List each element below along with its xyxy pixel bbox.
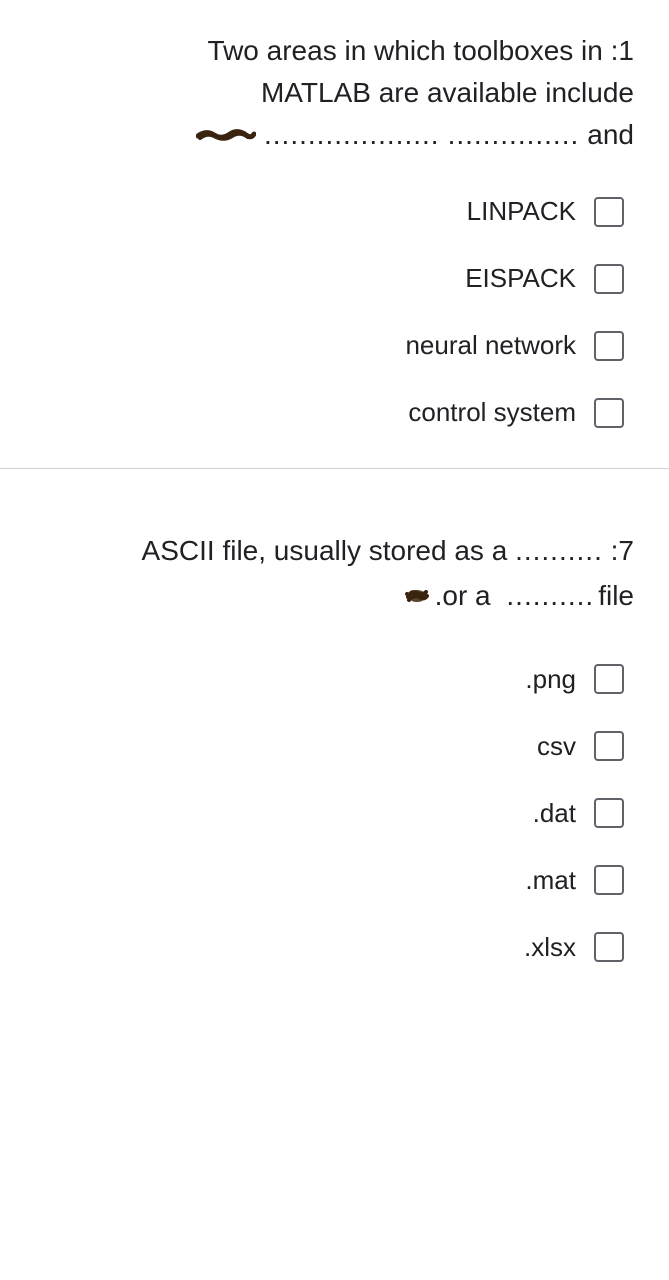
option-row: .dat (533, 798, 624, 829)
q1-and: and (587, 114, 634, 156)
scribble-icon (196, 130, 256, 144)
q2-dots1: .......... (515, 535, 603, 566)
checkbox-png[interactable] (594, 664, 624, 694)
option-label: control system (408, 397, 576, 428)
option-row: .xlsx (524, 932, 624, 963)
q2-file: file (598, 574, 634, 619)
checkbox-csv[interactable] (594, 731, 624, 761)
option-label: .png (525, 664, 576, 695)
option-label: csv (537, 731, 576, 762)
checkbox-mat[interactable] (594, 865, 624, 895)
option-row: EISPACK (465, 263, 624, 294)
q1-dots2: ............... (448, 114, 580, 156)
option-row: LINPACK (467, 196, 624, 227)
checkbox-xlsx[interactable] (594, 932, 624, 962)
option-label: EISPACK (465, 263, 576, 294)
q1-dots1: .................... (264, 114, 440, 156)
option-row: .mat (525, 865, 624, 896)
checkbox-linpack[interactable] (594, 197, 624, 227)
question-2-block: ASCII file, usually stored as a ........… (0, 469, 669, 983)
option-row: csv (537, 731, 624, 762)
option-label: .mat (525, 865, 576, 896)
q2-options: .png csv .dat .mat .xlsx (25, 664, 634, 963)
q2-number: :7 (611, 535, 634, 566)
question-1-text: Two areas in which toolboxes in :1 MATLA… (35, 30, 634, 156)
checkbox-dat[interactable] (594, 798, 624, 828)
question-2-text: ASCII file, usually stored as a ........… (25, 529, 634, 619)
option-label: .xlsx (524, 932, 576, 963)
option-row: neural network (405, 330, 624, 361)
q2-or-a: .or a (435, 574, 491, 619)
scribble-icon (403, 585, 431, 607)
q1-options: LINPACK EISPACK neural network control s… (35, 196, 634, 428)
option-label: neural network (405, 330, 576, 361)
question-1-block: Two areas in which toolboxes in :1 MATLA… (0, 0, 669, 468)
option-label: LINPACK (467, 196, 576, 227)
checkbox-control-system[interactable] (594, 398, 624, 428)
q1-line1: Two areas in which toolboxes in (208, 35, 603, 66)
q2-dots2: .......... (506, 574, 594, 619)
option-row: control system (408, 397, 624, 428)
option-label: .dat (533, 798, 576, 829)
q2-line1-pre: ASCII file, usually stored as a (142, 535, 508, 566)
checkbox-neural-network[interactable] (594, 331, 624, 361)
checkbox-eispack[interactable] (594, 264, 624, 294)
option-row: .png (525, 664, 624, 695)
q1-number: :1 (611, 35, 634, 66)
q1-line2: MATLAB are available include (35, 72, 634, 114)
